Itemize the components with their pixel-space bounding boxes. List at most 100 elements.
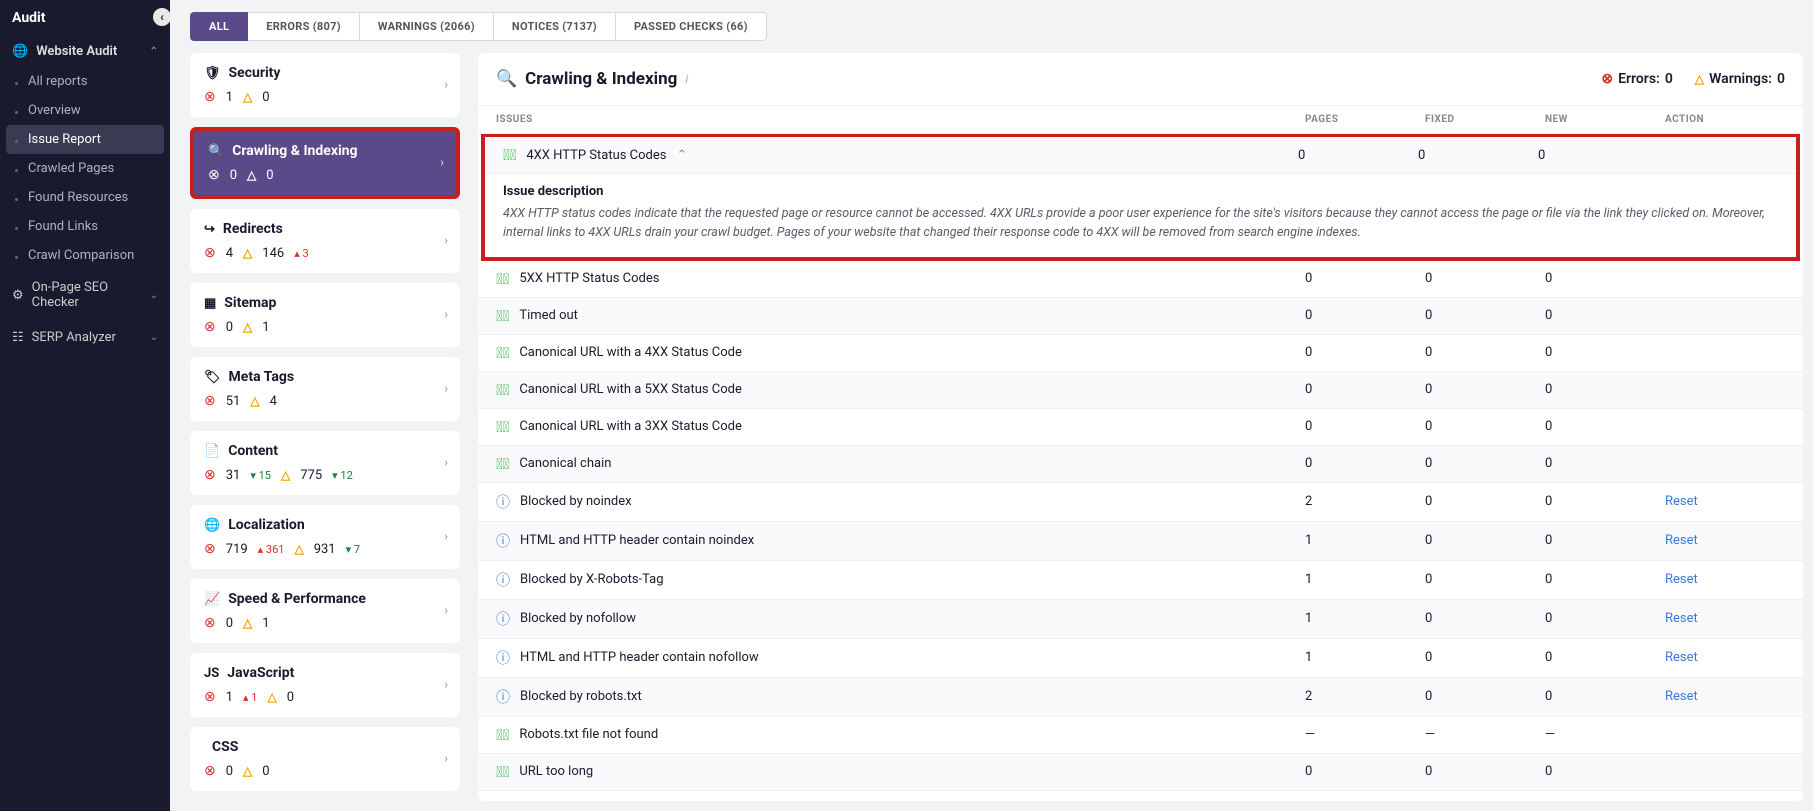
chevron-right-icon: › <box>444 78 448 93</box>
issue-name: Blocked by nofollow <box>520 611 636 626</box>
table-row[interactable]: ⓘHTML and HTTP header contain noindex100… <box>478 522 1803 561</box>
category-card[interactable]: ▦Sitemap01› <box>190 283 460 347</box>
search-icon: 🔍 <box>208 144 224 159</box>
sidebar-onpage-seo[interactable]: ⚙ On-Page SEO Checker ⌄ <box>0 270 170 320</box>
category-name: Crawling & Indexing <box>232 143 357 159</box>
table-row[interactable]: ✓⃝Canonical URL with a 5XX Status Code00… <box>478 372 1803 409</box>
category-name: CSS <box>212 739 238 755</box>
warning-icon <box>294 542 303 556</box>
issue-name: Canonical URL with a 3XX Status Code <box>519 419 742 434</box>
sidebar-item[interactable]: Overview <box>0 96 170 125</box>
table-row[interactable]: ✓⃝4XX HTTP Status Codes ⌃000 <box>485 137 1796 174</box>
fixed-val: 0 <box>1425 689 1545 704</box>
filter-tab[interactable]: ERRORS (807) <box>248 12 360 41</box>
filter-tab[interactable]: WARNINGS (2066) <box>360 12 494 41</box>
table-row[interactable]: ⓘHTML and HTTP header contain nofollow10… <box>478 639 1803 678</box>
sidebar-serp-analyzer[interactable]: ☷ SERP Analyzer ⌄ <box>0 320 170 355</box>
error-delta: 361 <box>258 543 285 556</box>
col-pages: PAGES <box>1305 114 1425 125</box>
info-icon: ⓘ <box>496 687 510 707</box>
fixed-val: 0 <box>1425 650 1545 665</box>
warning-count: 775 <box>300 468 322 483</box>
new-val: 0 <box>1545 419 1665 434</box>
chevron-up-icon[interactable]: ⌃ <box>676 148 687 163</box>
issues-table: ✓⃝4XX HTTP Status Codes ⌃000Issue descri… <box>478 134 1803 801</box>
new-val: 0 <box>1545 611 1665 626</box>
issue-name: Canonical URL with a 5XX Status Code <box>519 382 742 397</box>
issues-panel: 🔍 Crawling & Indexing i Errors: 0 Warnin… <box>478 53 1803 801</box>
table-row[interactable]: ✓⃝URL too long000 <box>478 754 1803 791</box>
warning-delta: 3 <box>294 247 308 260</box>
table-row[interactable]: ✓⃝Timed out000 <box>478 298 1803 335</box>
table-row[interactable]: ⓘBlocked by robots.txt200Reset <box>478 678 1803 717</box>
shield-icon: 🛡 <box>204 66 221 81</box>
category-card[interactable]: 🌐Localization7193619317› <box>190 505 460 569</box>
table-row[interactable]: ⓘBlocked by noindex200Reset <box>478 483 1803 522</box>
reset-link[interactable]: Reset <box>1665 572 1698 587</box>
reset-link[interactable]: Reset <box>1665 650 1698 665</box>
warning-count: 4 <box>270 394 277 409</box>
filter-tab[interactable]: NOTICES (7137) <box>494 12 616 41</box>
table-row[interactable]: ⓘBlocked by nofollow100Reset <box>478 600 1803 639</box>
reset-link[interactable]: Reset <box>1665 494 1698 509</box>
warning-count: 931 <box>314 542 336 557</box>
new-val: 0 <box>1545 650 1665 665</box>
error-count: 0 <box>226 764 233 779</box>
sidebar-item[interactable]: Found Resources <box>0 183 170 212</box>
new-val: 0 <box>1545 689 1665 704</box>
pages-val: 2 <box>1305 689 1425 704</box>
error-count: 1 <box>226 90 233 105</box>
sidebar-item[interactable]: Crawl Comparison <box>0 241 170 270</box>
category-card[interactable]: 🛡Security10› <box>190 53 460 117</box>
warning-icon <box>267 690 276 704</box>
issue-name: Blocked by X-Robots-Tag <box>520 572 664 587</box>
pages-val: 1 <box>1305 572 1425 587</box>
category-card[interactable]: 🏷Meta Tags514› <box>190 357 460 421</box>
category-card[interactable]: 📄Content311577512› <box>190 431 460 495</box>
chevron-up-icon: ⌃ <box>150 46 158 57</box>
category-card[interactable]: ↪Redirects41463› <box>190 209 460 273</box>
category-card[interactable]: JSJavaScript110› <box>190 653 460 717</box>
reset-link[interactable]: Reset <box>1665 611 1698 626</box>
panel-title: 🔍 Crawling & Indexing i <box>496 69 688 89</box>
fixed-val: 0 <box>1425 764 1545 779</box>
reset-link[interactable]: Reset <box>1665 533 1698 548</box>
globe-icon: 🌐 <box>204 518 220 533</box>
chevron-right-icon: › <box>444 456 448 471</box>
new-val: 0 <box>1545 533 1665 548</box>
warning-count: 0 <box>262 764 269 779</box>
issue-name: HTML and HTTP header contain noindex <box>520 533 754 548</box>
category-card[interactable]: 🔍Crawling & Indexing00› <box>190 127 460 199</box>
sidebar-item[interactable]: Crawled Pages <box>0 154 170 183</box>
category-name: Content <box>228 443 278 459</box>
table-row[interactable]: ⓘBlocked by X-Robots-Tag100Reset <box>478 561 1803 600</box>
error-icon <box>204 245 216 261</box>
sidebar-item[interactable]: All reports <box>0 67 170 96</box>
sidebar-item[interactable]: Found Links <box>0 212 170 241</box>
collapse-button[interactable]: ‹ <box>153 8 170 26</box>
error-count: 0 <box>226 320 233 335</box>
js-icon: JS <box>204 666 219 681</box>
table-row[interactable]: ✓⃝5XX HTTP Status Codes000 <box>478 261 1803 298</box>
col-fixed: FIXED <box>1425 114 1545 125</box>
issue-name: Robots.txt file not found <box>519 727 658 742</box>
table-row[interactable]: ✓⃝Canonical URL with a 4XX Status Code00… <box>478 335 1803 372</box>
logo: Audit <box>0 0 170 36</box>
pages-val: 0 <box>1305 271 1425 286</box>
table-row[interactable]: ✓⃝Canonical chain000 <box>478 446 1803 483</box>
warning-icon <box>243 616 252 630</box>
info-icon[interactable]: i <box>685 72 688 86</box>
error-delta: 15 <box>250 469 271 482</box>
table-row[interactable]: ✓⃝Robots.txt file not found——— <box>478 717 1803 754</box>
table-row[interactable]: ✓⃝Canonical URL with a 3XX Status Code00… <box>478 409 1803 446</box>
issue-description: Issue description4XX HTTP status codes i… <box>485 174 1796 257</box>
sidebar-item[interactable]: Issue Report <box>6 125 164 154</box>
sidebar-section-website-audit[interactable]: 🌐 Website Audit ⌃ <box>0 36 170 67</box>
warning-count: 0 <box>287 690 294 705</box>
reset-link[interactable]: Reset <box>1665 689 1698 704</box>
filter-tab[interactable]: PASSED CHECKS (66) <box>616 12 767 41</box>
filter-tab[interactable]: ALL <box>190 12 248 41</box>
category-card[interactable]: 📈Speed & Performance01› <box>190 579 460 643</box>
category-card[interactable]: CSS00› <box>190 727 460 791</box>
issue-name: 4XX HTTP Status Codes <box>526 148 666 163</box>
